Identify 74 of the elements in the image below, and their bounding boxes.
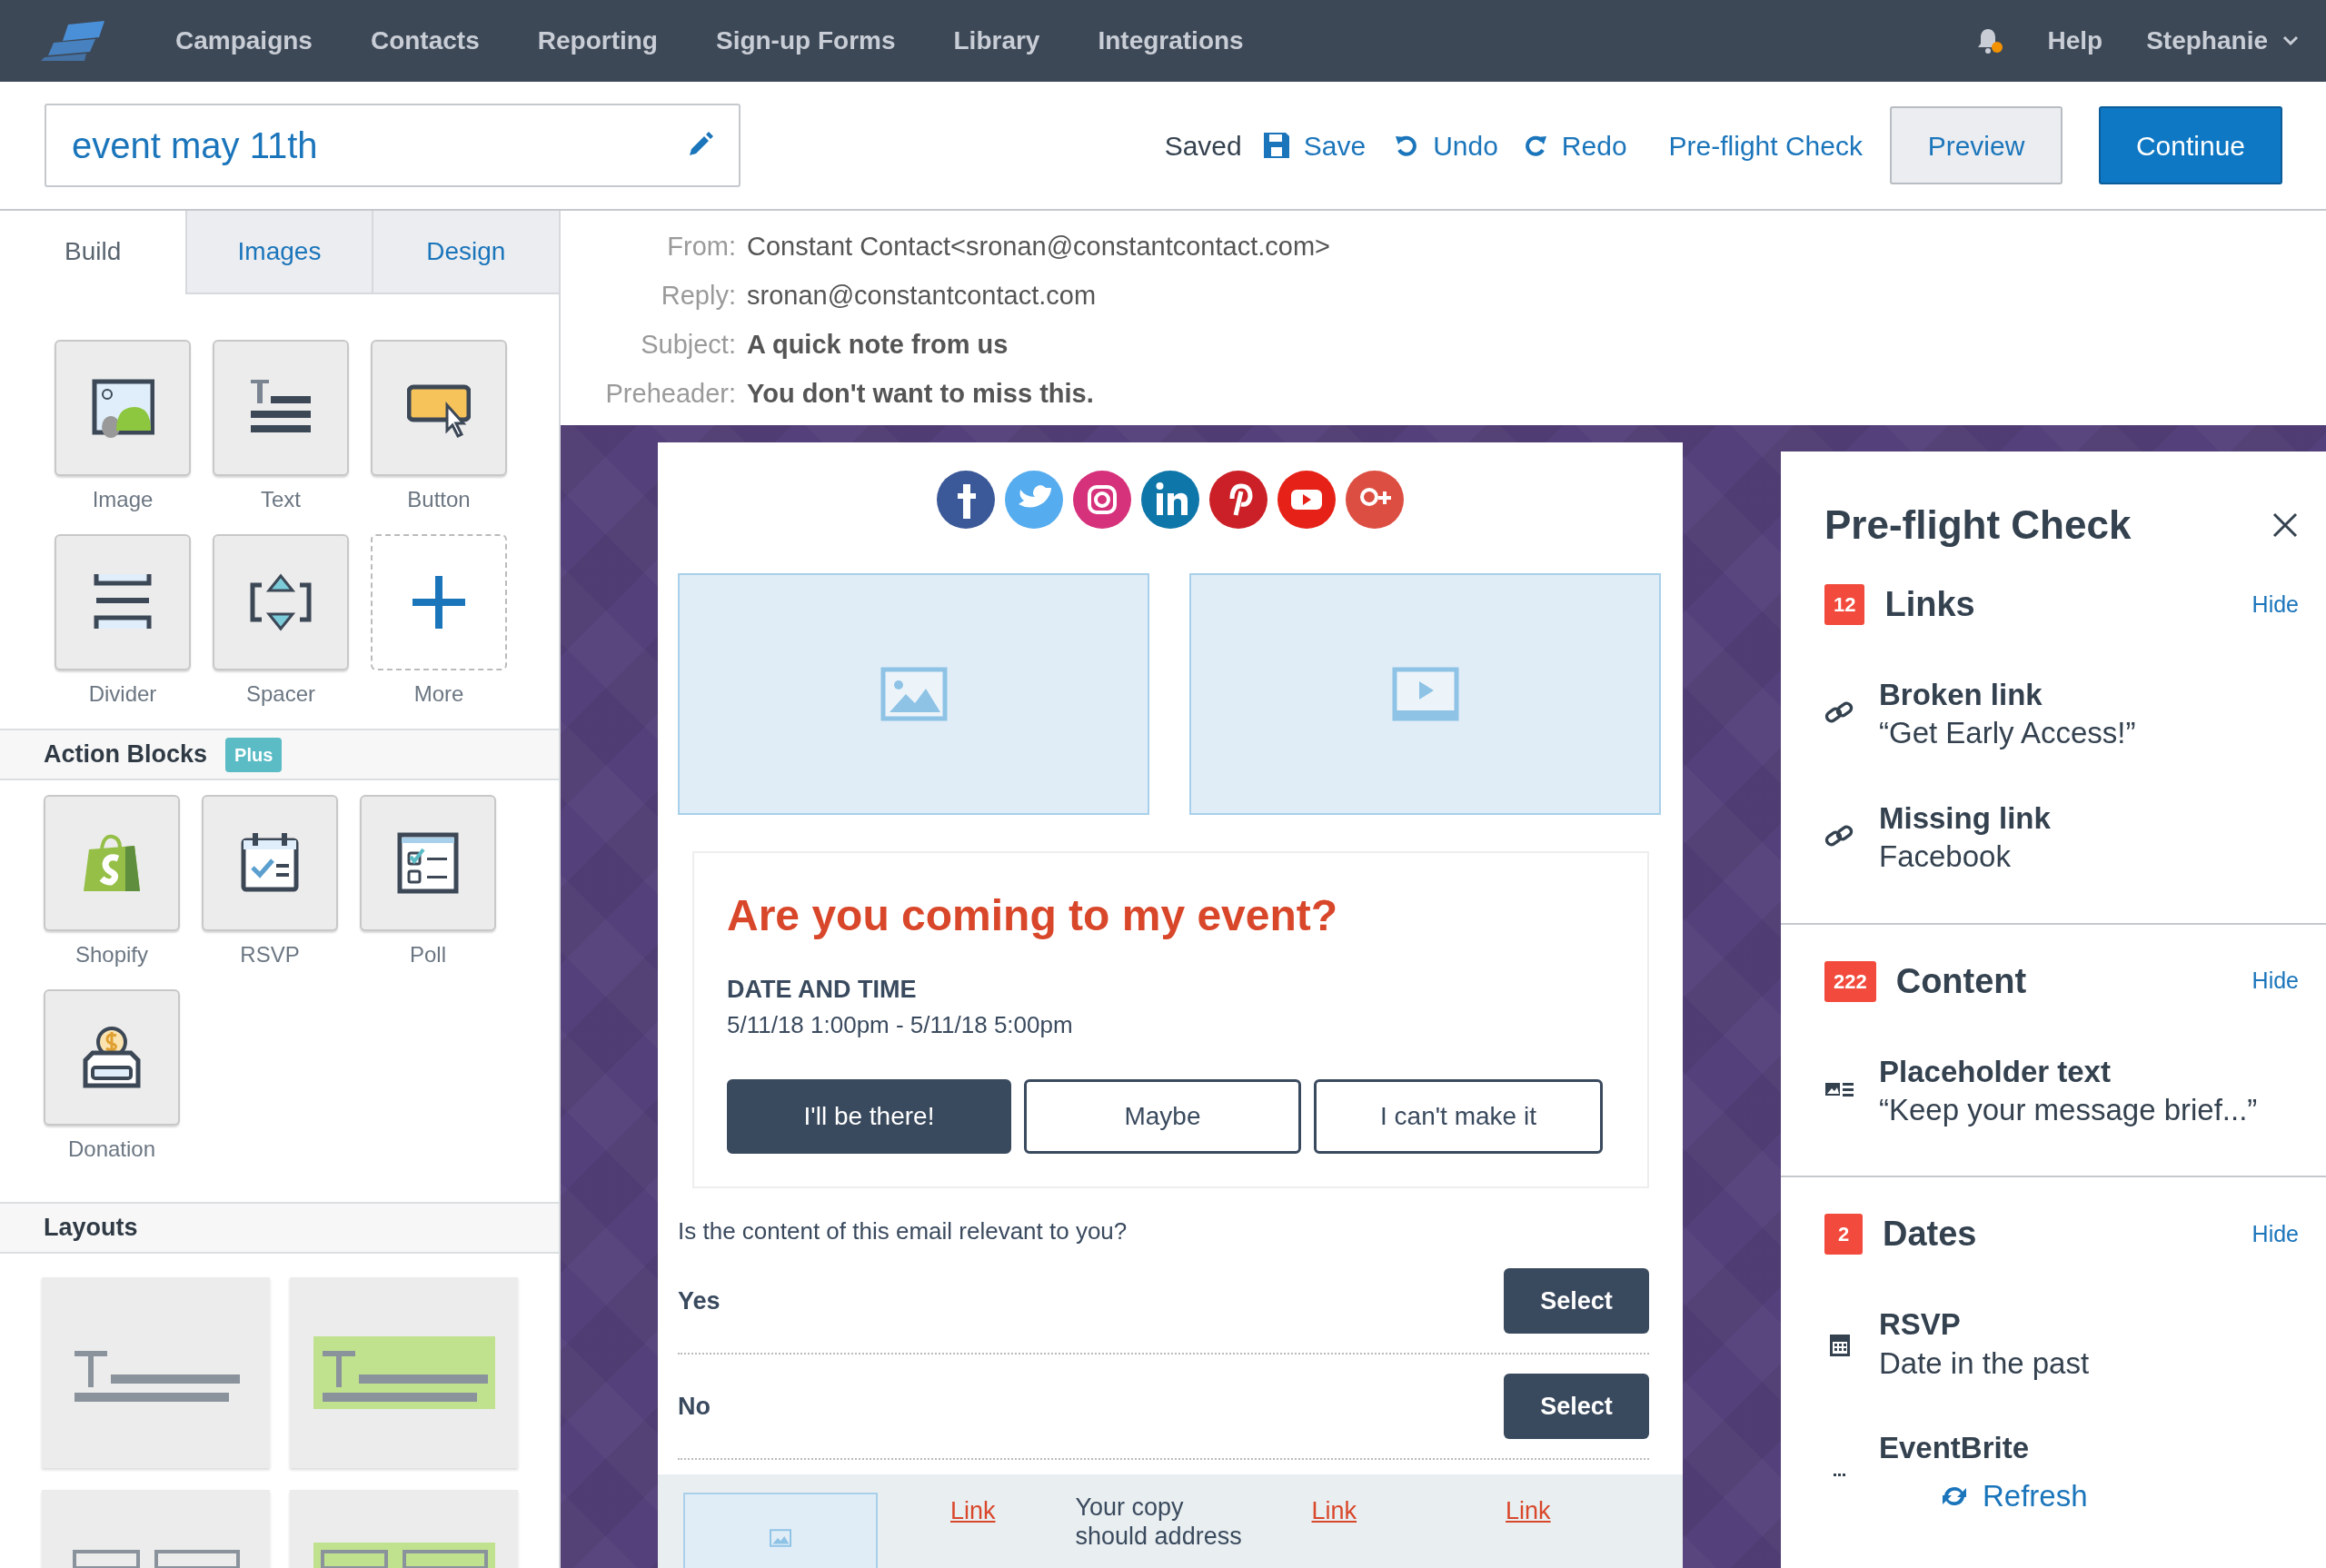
issue-title: Missing link <box>1879 799 2051 837</box>
rsvp-button[interactable]: I'll be there! <box>727 1079 1011 1155</box>
header-label: Subject: <box>640 329 737 361</box>
plan-badge: Plus <box>225 737 283 772</box>
event-title: Are you coming to my event? <box>727 890 1339 941</box>
tile-label: Divider <box>88 680 157 708</box>
tile-label: Poll <box>410 941 446 968</box>
panel-tab[interactable]: Images <box>185 211 372 294</box>
section-title: Dates <box>1883 1214 1977 1255</box>
tile-label: Shopify <box>75 941 149 968</box>
tile-label: RSVP <box>240 941 300 968</box>
rsvp-button[interactable]: Maybe <box>1024 1079 1301 1155</box>
issue-detail: “Get Early Access!” <box>1879 715 2136 752</box>
save-link[interactable]: Save <box>1263 124 1367 166</box>
preview-button[interactable]: Preview <box>1890 106 2063 184</box>
tile-label: More <box>413 680 464 708</box>
tile-label: Button <box>407 486 471 513</box>
select-button[interactable]: Select <box>1504 1374 1649 1440</box>
header-value: sronan@constantcontact.com <box>747 280 1097 312</box>
hide-link[interactable]: Hide <box>2251 964 2299 998</box>
redo-link[interactable]: Redo <box>1523 124 1627 166</box>
nav-link[interactable]: Reporting <box>537 22 658 60</box>
issue-title: EventBrite <box>1879 1430 2031 1467</box>
rsvp-button[interactable]: I can't make it <box>1314 1079 1603 1155</box>
poll-question: Is the content of this email relevant to you? <box>678 1216 1128 1247</box>
undo-link[interactable]: Undo <box>1395 124 1498 166</box>
poll-option: No <box>678 1387 711 1425</box>
header-label: Reply: <box>660 280 737 312</box>
issue-title: Broken link <box>1879 677 2043 713</box>
issue-detail: Facebook <box>1879 839 2012 876</box>
footer-copy: Your copy should address <box>1075 1493 1243 1552</box>
select-button[interactable]: Select <box>1504 1268 1649 1335</box>
section-heading: Layouts <box>44 1213 138 1244</box>
issue-detail: Date in the past <box>1879 1345 2090 1382</box>
issue-title: RSVP <box>1879 1306 1962 1344</box>
title-field[interactable]: event may 11th <box>45 104 741 187</box>
count-badge: 2 <box>1824 1214 1863 1255</box>
nav-link[interactable]: Contacts <box>370 22 480 60</box>
preflight-link[interactable]: Pre-flight Check <box>1668 124 1863 166</box>
footer-link[interactable]: Link <box>1506 1493 1551 1530</box>
tile-label: Donation <box>67 1136 156 1163</box>
refresh-link[interactable]: Refresh <box>1941 1474 2088 1519</box>
date-label: DATE AND TIME <box>727 974 918 1005</box>
date-range: 5/11/18 1:00pm - 5/11/18 5:00pm <box>727 1010 1074 1041</box>
panel-title: Pre-flight Check <box>1824 501 2132 549</box>
nav-link[interactable]: Campaigns <box>175 22 313 60</box>
poll-option: Yes <box>678 1282 721 1320</box>
user-menu[interactable]: Stephanie <box>2146 22 2299 60</box>
section-heading: Action Blocks <box>44 739 208 770</box>
issue-detail: “Keep your message brief...” <box>1879 1091 2258 1128</box>
footer-link[interactable]: Link <box>1311 1493 1357 1530</box>
hide-link[interactable]: Hide <box>2251 587 2299 622</box>
tile-label: Spacer <box>245 680 315 708</box>
nav-link[interactable]: Sign-up Forms <box>715 22 896 60</box>
hide-link[interactable]: Hide <box>2251 1217 2299 1252</box>
header-value: A quick note from us <box>747 329 1009 361</box>
tile-label: Text <box>261 486 301 513</box>
header-value: You don't want to miss this. <box>747 378 1094 410</box>
continue-button[interactable]: Continue <box>2099 106 2282 184</box>
panel-tab[interactable]: Design <box>371 211 559 294</box>
help-link[interactable]: Help <box>2047 22 2103 60</box>
section-title: Content <box>1895 960 2027 1002</box>
count-badge: 222 <box>1824 960 1876 1002</box>
header-label: Preheader: <box>604 378 737 410</box>
footer-link[interactable]: Link <box>950 1493 996 1530</box>
header-label: From: <box>666 231 737 263</box>
nav-link[interactable]: Library <box>953 22 1040 60</box>
save-status: Saved <box>1164 129 1242 163</box>
issue-title: Placeholder text <box>1879 1053 2112 1090</box>
tile-label: Image <box>92 486 154 513</box>
header-value: Constant Contact<sronan@constantcontact.com> <box>747 231 1331 263</box>
count-badge: 12 <box>1824 584 1865 625</box>
section-title: Links <box>1884 584 1975 625</box>
nav-link[interactable]: Integrations <box>1098 22 1244 60</box>
